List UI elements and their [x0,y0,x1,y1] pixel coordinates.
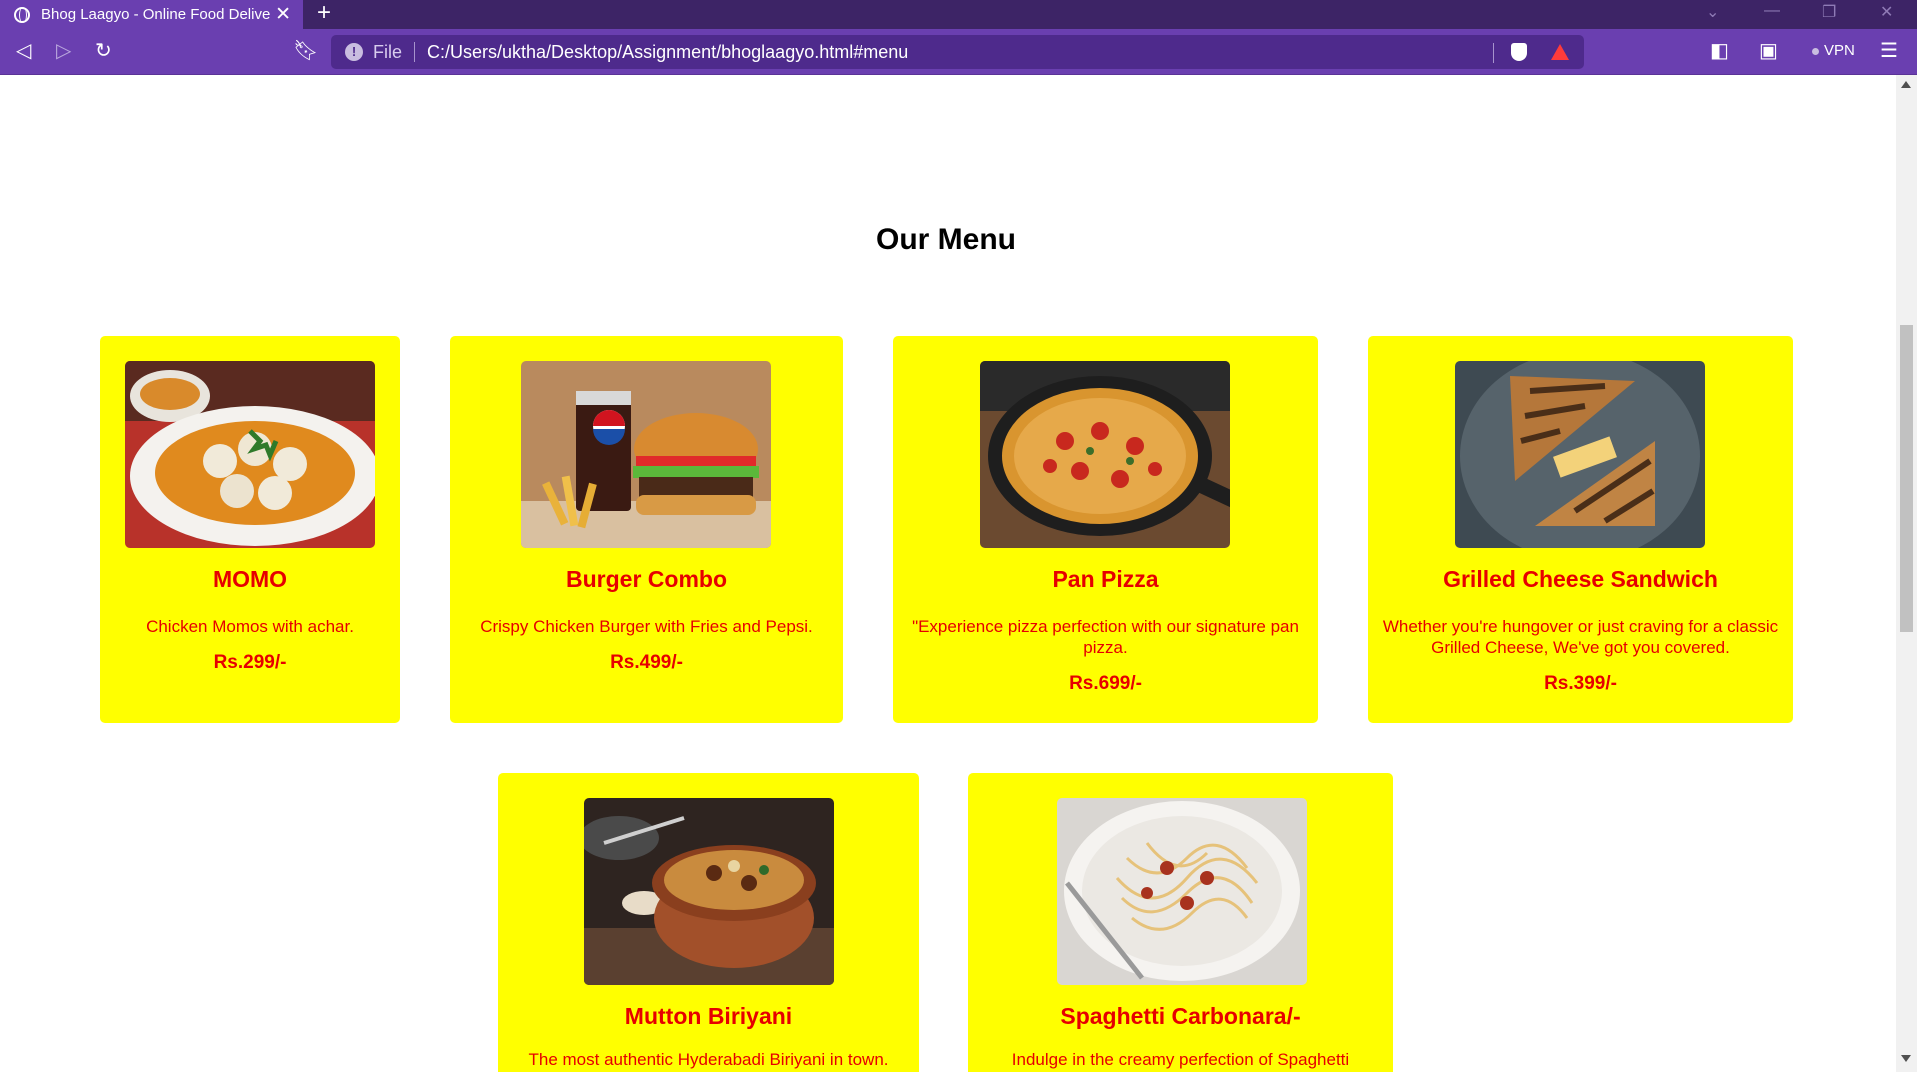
url-divider-right [1493,43,1494,63]
close-tab-icon[interactable]: ✕ [275,3,291,26]
menu-item-description: Whether you're hungover or just craving … [1382,617,1779,657]
url-scheme-label: File [373,41,403,62]
scroll-up-arrow-icon[interactable] [1901,81,1911,88]
menu-item-description: Crispy Chicken Burger with Fries and Pep… [480,617,813,636]
menu-item-price: Rs.399/- [1544,673,1617,694]
spaghetti-photo [1057,798,1307,985]
brave-shield-icon[interactable] [1511,43,1527,61]
menu-item-price: Rs.499/- [610,652,683,673]
menu-item-name: Spaghetti Carbonara/- [1060,1003,1301,1029]
scrollbar-thumb[interactable] [1900,325,1913,632]
url-text[interactable]: C:/Users/uktha/Desktop/Assignment/bhogla… [427,42,908,63]
menu-item-name: Pan Pizza [1052,566,1159,592]
site-info-icon[interactable]: ! [345,43,363,61]
page-viewport: Our Menu MOMO Chicken Momos with achar. … [0,76,1896,1072]
restore-icon[interactable]: ❐ [1822,2,1836,22]
menu-card-pan-pizza[interactable]: Pan Pizza "Experience pizza perfection w… [893,336,1318,723]
tab-strip: Bhog Laagyo - Online Food Delive ✕ + ⌄ —… [0,0,1917,29]
new-tab-button[interactable]: + [317,0,331,26]
momo-photo [125,361,375,548]
address-bar[interactable]: ! File C:/Users/uktha/Desktop/Assignment… [331,35,1584,69]
url-divider [414,42,416,62]
minimize-icon[interactable]: — [1764,2,1780,20]
menu-card-burger-combo[interactable]: Burger Combo Crispy Chicken Burger with … [450,336,843,723]
menu-item-name: Grilled Cheese Sandwich [1443,566,1718,592]
sidebar-toggle-icon[interactable]: ◧ [1710,40,1729,62]
menu-item-description: "Experience pizza perfection with our si… [912,617,1299,657]
pan-pizza-photo [980,361,1230,548]
page-scrollbar[interactable] [1896,75,1917,1072]
grilled-cheese-photo [1455,361,1705,548]
menu-item-description: Chicken Momos with achar. [146,617,354,636]
menu-heading: Our Menu [876,223,1016,256]
menu-item-price: Rs.299/- [213,652,287,673]
brave-rewards-icon[interactable] [1551,44,1569,60]
menu-item-name: Mutton Biriyani [624,1003,793,1029]
menu-item-description: Indulge in the creamy perfection of Spag… [1011,1050,1350,1069]
menu-card-momo[interactable]: MOMO Chicken Momos with achar. Rs.299/- [100,336,400,723]
back-icon[interactable]: ◁ [16,40,31,62]
biriyani-photo [584,798,834,985]
vpn-button[interactable]: VPN [1812,42,1855,59]
burger-combo-photo [521,361,771,548]
menu-item-name: Burger Combo [566,566,727,592]
scroll-down-arrow-icon[interactable] [1901,1055,1911,1062]
menu-item-price: Rs.699/- [1069,673,1142,694]
menu-card-mutton-biriyani[interactable]: Mutton Biriyani The most authentic Hyder… [498,773,919,1072]
forward-icon[interactable]: ▷ [56,40,71,62]
vpn-label: VPN [1824,42,1855,59]
active-tab[interactable]: Bhog Laagyo - Online Food Delive ✕ [0,0,303,29]
browser-toolbar: ◁ ▷ ↻ 🔖︎ ! File C:/Users/uktha/Desktop/A… [0,29,1917,75]
menu-item-name: MOMO [212,566,288,592]
menu-item-description: The most authentic Hyderabadi Biriyani i… [528,1050,889,1069]
reload-icon[interactable]: ↻ [95,40,112,62]
wallet-icon[interactable]: ▣ [1759,40,1778,62]
bookmark-icon[interactable]: 🔖︎ [293,40,318,62]
menu-card-grilled-cheese-sandwich[interactable]: Grilled Cheese Sandwich Whether you're h… [1368,336,1793,723]
tab-title: Bhog Laagyo - Online Food Delive [41,6,271,23]
tab-search-chevron-icon[interactable]: ⌄ [1706,2,1719,22]
menu-icon[interactable]: ☰ [1880,40,1898,62]
window-close-icon[interactable]: ✕ [1880,2,1893,22]
menu-card-spaghetti-carbonara[interactable]: Spaghetti Carbonara/- Indulge in the cre… [968,773,1393,1072]
globe-icon [14,6,30,23]
vpn-status-icon [1812,47,1819,55]
